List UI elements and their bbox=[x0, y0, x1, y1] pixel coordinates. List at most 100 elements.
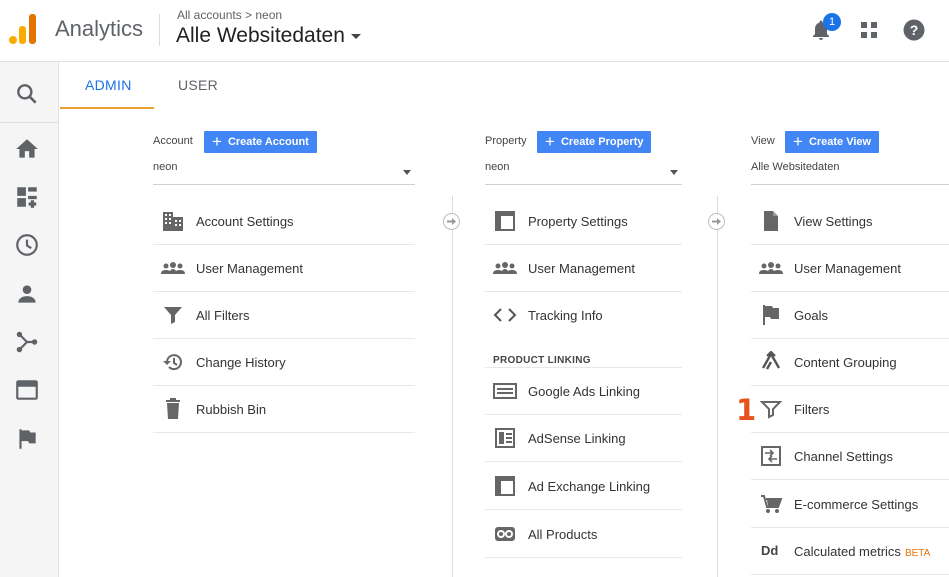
customization-dashboard-icon[interactable] bbox=[14, 184, 40, 210]
account-select-value: neon bbox=[153, 161, 178, 173]
ecommerce-settings-item[interactable]: E-commerce Settings bbox=[751, 481, 949, 528]
history-icon bbox=[163, 354, 182, 371]
flag-icon bbox=[763, 305, 779, 325]
arrow-right-icon bbox=[443, 213, 460, 230]
item-label: All Products bbox=[528, 527, 598, 542]
item-label: Content Grouping bbox=[794, 355, 897, 370]
view-select-value: Alle Websitedaten bbox=[751, 161, 840, 173]
property-select-value: neon bbox=[485, 161, 510, 173]
plus-icon: + bbox=[793, 132, 803, 151]
item-label: View Settings bbox=[794, 214, 873, 229]
goals-item[interactable]: Goals bbox=[751, 292, 949, 339]
item-label: Ad Exchange Linking bbox=[528, 479, 651, 494]
caret-down-icon bbox=[670, 170, 678, 175]
view-settings-item[interactable]: View Settings bbox=[751, 198, 949, 245]
people-icon bbox=[759, 262, 783, 274]
calculated-metrics-item[interactable]: Dd Calculated metrics BETA bbox=[751, 528, 949, 575]
home-icon[interactable] bbox=[14, 136, 40, 162]
view-user-management-item[interactable]: User Management bbox=[751, 245, 949, 292]
item-label: Calculated metrics BETA bbox=[794, 544, 930, 559]
top-header: Analytics All accounts > neon Alle Websi… bbox=[0, 0, 949, 62]
tab-user[interactable]: USER bbox=[178, 77, 218, 93]
breadcrumb[interactable]: All accounts > neon bbox=[177, 8, 282, 22]
acquisition-icon[interactable] bbox=[14, 329, 40, 355]
channel-settings-item[interactable]: Channel Settings bbox=[751, 433, 949, 480]
item-label: Goals bbox=[794, 308, 828, 323]
plus-icon: + bbox=[545, 132, 555, 151]
arrow-right-icon bbox=[708, 213, 725, 230]
account-column-label: Account bbox=[153, 135, 193, 147]
content-grouping-item[interactable]: Content Grouping bbox=[751, 339, 949, 386]
ad-exchange-linking-item[interactable]: Ad Exchange Linking bbox=[485, 463, 682, 510]
adsense-icon bbox=[495, 428, 515, 448]
create-account-label: Create Account bbox=[227, 136, 309, 148]
item-label: User Management bbox=[196, 261, 303, 276]
apps-grid-icon[interactable] bbox=[859, 20, 879, 40]
svg-text:?: ? bbox=[910, 22, 919, 38]
item-label: Rubbish Bin bbox=[196, 402, 267, 417]
left-navigation bbox=[0, 62, 59, 577]
item-label: User Management bbox=[528, 261, 635, 276]
link-icon bbox=[495, 527, 515, 541]
item-label: Filters bbox=[794, 402, 830, 417]
item-label: Account Settings bbox=[196, 214, 294, 229]
help-icon[interactable]: ? bbox=[903, 19, 925, 41]
analytics-logo-icon[interactable] bbox=[9, 14, 37, 44]
tracking-info-item[interactable]: Tracking Info bbox=[485, 292, 682, 339]
account-select[interactable]: neon bbox=[153, 161, 415, 185]
window-icon bbox=[495, 476, 515, 496]
column-divider bbox=[452, 196, 453, 577]
item-label: AdSense Linking bbox=[528, 431, 626, 446]
item-label: Tracking Info bbox=[528, 308, 603, 323]
property-user-management-item[interactable]: User Management bbox=[485, 245, 682, 292]
calculated-metrics-label: Calculated metrics bbox=[794, 544, 901, 559]
create-view-button[interactable]: + Create View bbox=[785, 131, 880, 153]
create-property-label: Create Property bbox=[560, 136, 644, 148]
property-select[interactable]: neon bbox=[485, 161, 682, 185]
header-divider bbox=[159, 14, 160, 46]
create-account-button[interactable]: + Create Account bbox=[204, 131, 317, 153]
product-linking-heading: PRODUCT LINKING bbox=[493, 355, 591, 366]
item-label: User Management bbox=[794, 261, 901, 276]
window-icon bbox=[495, 211, 515, 231]
clock-realtime-icon[interactable] bbox=[14, 232, 40, 258]
tab-admin[interactable]: ADMIN bbox=[85, 77, 132, 93]
caret-down-icon bbox=[403, 170, 411, 175]
property-view-selector[interactable]: Alle Websitedaten bbox=[176, 24, 361, 48]
item-label: E-commerce Settings bbox=[794, 497, 919, 512]
all-filters-item[interactable]: All Filters bbox=[153, 292, 415, 339]
item-label: Change History bbox=[196, 355, 286, 370]
column-divider bbox=[717, 196, 718, 577]
view-column-label: View bbox=[751, 135, 775, 147]
conversions-flag-icon[interactable] bbox=[14, 426, 40, 452]
app-title: Analytics bbox=[55, 16, 144, 41]
rubbish-bin-item[interactable]: Rubbish Bin bbox=[153, 386, 415, 433]
create-property-button[interactable]: + Create Property bbox=[537, 131, 652, 153]
person-audience-icon[interactable] bbox=[14, 281, 40, 307]
filter-icon bbox=[759, 401, 783, 419]
property-title: Alle Websitedaten bbox=[176, 24, 345, 47]
beta-badge: BETA bbox=[904, 548, 931, 559]
notification-badge: 1 bbox=[823, 13, 841, 31]
caret-down-icon bbox=[350, 33, 361, 39]
google-ads-linking-item[interactable]: Google Ads Linking bbox=[485, 368, 682, 415]
account-settings-item[interactable]: Account Settings bbox=[153, 198, 415, 245]
all-products-item[interactable]: All Products bbox=[485, 511, 682, 558]
behavior-window-icon[interactable] bbox=[14, 377, 40, 403]
filters-item[interactable]: Filters bbox=[751, 386, 949, 433]
adsense-linking-item[interactable]: AdSense Linking bbox=[485, 415, 682, 462]
trash-icon bbox=[166, 398, 180, 419]
property-settings-item[interactable]: Property Settings bbox=[485, 198, 682, 245]
nav-divider bbox=[0, 122, 59, 123]
view-select[interactable]: Alle Websitedaten bbox=[751, 161, 949, 185]
account-user-management-item[interactable]: User Management bbox=[153, 245, 415, 292]
building-icon bbox=[163, 212, 183, 231]
plus-icon: + bbox=[212, 132, 222, 151]
cart-icon bbox=[761, 495, 783, 513]
item-label: All Filters bbox=[196, 308, 250, 323]
create-view-label: Create View bbox=[808, 136, 872, 148]
search-icon[interactable] bbox=[14, 81, 40, 107]
change-history-item[interactable]: Change History bbox=[153, 339, 415, 386]
admin-tabs: ADMIN USER bbox=[60, 62, 949, 110]
property-column-label: Property bbox=[485, 135, 527, 147]
